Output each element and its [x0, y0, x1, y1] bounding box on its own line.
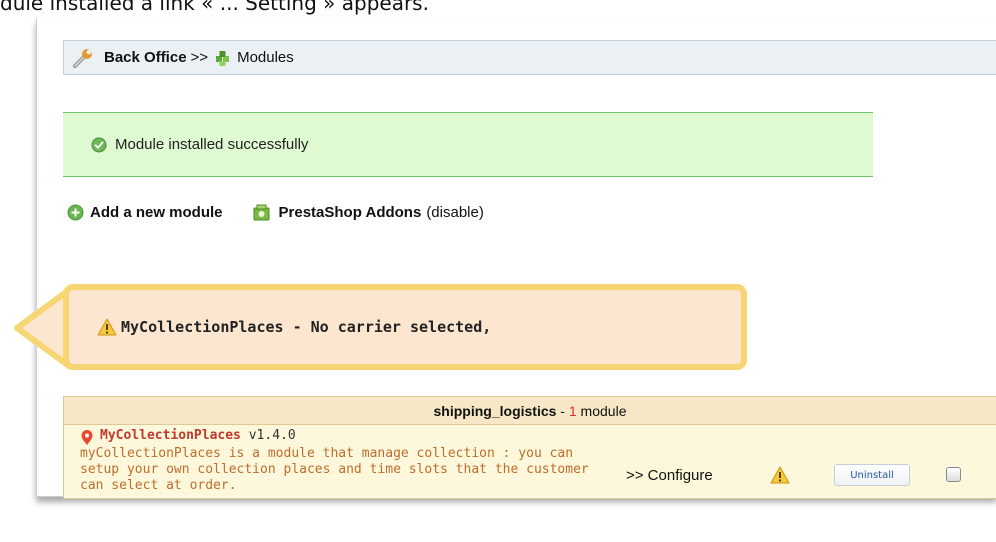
configure-link[interactable]: >> Configure	[626, 467, 713, 484]
wrench-icon	[73, 48, 92, 68]
module-row: MyCollectionPlaces v1.4.0 myCollectionPl…	[63, 425, 996, 499]
warning-icon	[97, 318, 117, 336]
pin-icon	[81, 430, 93, 445]
add-icon	[67, 204, 84, 221]
module-version: v1.4.0	[248, 428, 296, 443]
category-count-label: module	[576, 402, 627, 419]
module-select-checkbox[interactable]	[946, 467, 961, 482]
callout-pointer	[14, 287, 69, 369]
breadcrumb-separator: >>	[190, 49, 209, 66]
warning-icon	[770, 466, 790, 484]
prestashop-addons-link[interactable]: PrestaShop Addons	[279, 204, 422, 221]
category-count: 1	[568, 402, 577, 419]
module-category-header: shipping_logistics - 1 module	[63, 396, 996, 425]
breadcrumb-current: Modules	[237, 49, 294, 66]
category-name: shipping_logistics	[433, 402, 557, 419]
success-message: Module installed successfully	[115, 136, 309, 153]
module-name-line: MyCollectionPlaces v1.4.0	[100, 428, 296, 443]
puzzle-icon	[216, 50, 230, 66]
breadcrumb: Back Office >> Modules	[63, 40, 996, 75]
carrier-warning-message: MyCollectionPlaces - No carrier selected…	[121, 318, 492, 336]
addons-disable-link[interactable]: (disable)	[426, 204, 484, 221]
back-office-panel: Back Office >> Modules Module installed …	[14, 18, 996, 499]
success-message-box: Module installed successfully	[63, 112, 873, 177]
breadcrumb-back-office[interactable]: Back Office	[104, 49, 187, 66]
module-actions: Add a new module PrestaShop Addons (disa…	[67, 204, 484, 221]
check-icon	[91, 137, 107, 152]
module-name: MyCollectionPlaces	[100, 428, 241, 443]
uninstall-button[interactable]: Uninstall	[834, 464, 910, 486]
addons-icon	[253, 204, 270, 221]
carrier-warning-callout: MyCollectionPlaces - No carrier selected…	[63, 284, 747, 370]
add-new-module-link[interactable]: Add a new module	[90, 204, 223, 221]
caption-text: dule installed a link « ... Setting » ap…	[0, 0, 429, 15]
category-dash: -	[556, 402, 569, 419]
module-description: myCollectionPlaces is a module that mana…	[80, 446, 589, 493]
